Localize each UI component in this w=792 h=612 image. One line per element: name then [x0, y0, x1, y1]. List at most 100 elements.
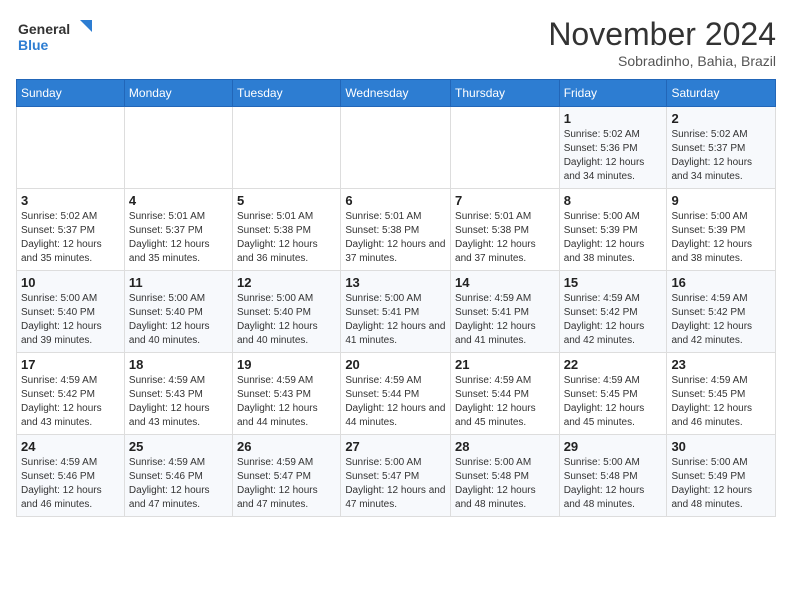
day-number: 24: [21, 439, 120, 454]
day-info: Sunrise: 5:01 AM Sunset: 5:38 PM Dayligh…: [455, 210, 555, 266]
day-number: 3: [21, 193, 120, 208]
day-number: 11: [129, 275, 228, 290]
svg-text:Blue: Blue: [18, 37, 49, 53]
month-title: November 2024: [548, 16, 776, 53]
header-cell-saturday: Saturday: [667, 80, 776, 107]
day-info: Sunrise: 4:59 AM Sunset: 5:46 PM Dayligh…: [129, 456, 228, 512]
day-cell: 13 Sunrise: 5:00 AM Sunset: 5:41 PM Dayli…: [341, 271, 451, 353]
week-row-0: 1Sunrise: 5:02 AM Sunset: 5:36 PM Daylig…: [17, 107, 776, 189]
day-info: Sunrise: 5:02 AM Sunset: 5:37 PM Dayligh…: [671, 128, 771, 184]
day-number: 5: [237, 193, 336, 208]
day-info: Sunrise: 4:59 AM Sunset: 5:41 PM Dayligh…: [455, 292, 555, 348]
week-row-1: 3 Sunrise: 5:02 AM Sunset: 5:37 PM Daylig…: [17, 189, 776, 271]
day-info: Sunrise: 4:59 AM Sunset: 5:44 PM Dayligh…: [455, 374, 555, 430]
day-number: 21: [455, 357, 555, 372]
day-number: 18: [129, 357, 228, 372]
day-info: Sunrise: 4:59 AM Sunset: 5:43 PM Dayligh…: [129, 374, 228, 430]
day-info: Sunrise: 4:59 AM Sunset: 5:47 PM Dayligh…: [237, 456, 336, 512]
day-cell: [124, 107, 232, 189]
day-info: Sunrise: 4:59 AM Sunset: 5:42 PM Dayligh…: [564, 292, 663, 348]
day-info: Sunrise: 5:02 AM Sunset: 5:37 PM Dayligh…: [21, 210, 120, 266]
day-info: Sunrise: 5:00 AM Sunset: 5:49 PM Dayligh…: [671, 456, 771, 512]
day-cell: 7 Sunrise: 5:01 AM Sunset: 5:38 PM Daylig…: [451, 189, 560, 271]
header-cell-tuesday: Tuesday: [233, 80, 341, 107]
day-cell: 29Sunrise: 5:00 AM Sunset: 5:48 PM Dayli…: [559, 435, 667, 517]
day-info: Sunrise: 5:00 AM Sunset: 5:40 PM Dayligh…: [237, 292, 336, 348]
day-cell: 19 Sunrise: 4:59 AM Sunset: 5:43 PM Dayli…: [233, 353, 341, 435]
day-cell: 9 Sunrise: 5:00 AM Sunset: 5:39 PM Daylig…: [667, 189, 776, 271]
day-cell: 2 Sunrise: 5:02 AM Sunset: 5:37 PM Daylig…: [667, 107, 776, 189]
day-info: Sunrise: 5:00 AM Sunset: 5:40 PM Dayligh…: [21, 292, 120, 348]
day-number: 4: [129, 193, 228, 208]
day-number: 15: [564, 275, 663, 290]
day-number: 1: [564, 111, 663, 126]
day-cell: 26 Sunrise: 4:59 AM Sunset: 5:47 PM Dayli…: [233, 435, 341, 517]
day-number: 14: [455, 275, 555, 290]
day-number: 17: [21, 357, 120, 372]
day-info: Sunrise: 4:59 AM Sunset: 5:45 PM Dayligh…: [671, 374, 771, 430]
calendar-table: SundayMondayTuesdayWednesdayThursdayFrid…: [16, 79, 776, 517]
week-row-3: 17 Sunrise: 4:59 AM Sunset: 5:42 PM Dayli…: [17, 353, 776, 435]
day-info: Sunrise: 4:59 AM Sunset: 5:45 PM Dayligh…: [564, 374, 663, 430]
day-number: 2: [671, 111, 771, 126]
header-cell-thursday: Thursday: [451, 80, 560, 107]
day-cell: 6Sunrise: 5:01 AM Sunset: 5:38 PM Daylig…: [341, 189, 451, 271]
day-number: 19: [237, 357, 336, 372]
day-cell: 21 Sunrise: 4:59 AM Sunset: 5:44 PM Dayli…: [451, 353, 560, 435]
day-cell: 16 Sunrise: 4:59 AM Sunset: 5:42 PM Dayli…: [667, 271, 776, 353]
day-cell: [341, 107, 451, 189]
day-number: 30: [671, 439, 771, 454]
day-cell: 3 Sunrise: 5:02 AM Sunset: 5:37 PM Daylig…: [17, 189, 125, 271]
day-info: Sunrise: 5:00 AM Sunset: 5:48 PM Dayligh…: [564, 456, 663, 512]
day-cell: 20Sunrise: 4:59 AM Sunset: 5:44 PM Dayli…: [341, 353, 451, 435]
day-cell: 12 Sunrise: 5:00 AM Sunset: 5:40 PM Dayli…: [233, 271, 341, 353]
day-number: 13: [345, 275, 446, 290]
day-cell: [17, 107, 125, 189]
day-number: 23: [671, 357, 771, 372]
title-area: November 2024 Sobradinho, Bahia, Brazil: [548, 16, 776, 69]
day-cell: 10Sunrise: 5:00 AM Sunset: 5:40 PM Dayli…: [17, 271, 125, 353]
day-cell: 30 Sunrise: 5:00 AM Sunset: 5:49 PM Dayli…: [667, 435, 776, 517]
day-info: Sunrise: 5:00 AM Sunset: 5:40 PM Dayligh…: [129, 292, 228, 348]
day-info: Sunrise: 5:00 AM Sunset: 5:41 PM Dayligh…: [345, 292, 446, 348]
day-info: Sunrise: 5:00 AM Sunset: 5:39 PM Dayligh…: [671, 210, 771, 266]
logo-svg: General Blue: [16, 16, 96, 56]
day-cell: 22 Sunrise: 4:59 AM Sunset: 5:45 PM Dayli…: [559, 353, 667, 435]
day-cell: [451, 107, 560, 189]
day-number: 7: [455, 193, 555, 208]
header-cell-sunday: Sunday: [17, 80, 125, 107]
day-info: Sunrise: 4:59 AM Sunset: 5:42 PM Dayligh…: [21, 374, 120, 430]
day-cell: 23 Sunrise: 4:59 AM Sunset: 5:45 PM Dayli…: [667, 353, 776, 435]
day-cell: 8 Sunrise: 5:00 AM Sunset: 5:39 PM Daylig…: [559, 189, 667, 271]
day-info: Sunrise: 4:59 AM Sunset: 5:46 PM Dayligh…: [21, 456, 120, 512]
header-cell-friday: Friday: [559, 80, 667, 107]
day-cell: [233, 107, 341, 189]
day-info: Sunrise: 5:00 AM Sunset: 5:48 PM Dayligh…: [455, 456, 555, 512]
day-info: Sunrise: 5:00 AM Sunset: 5:39 PM Dayligh…: [564, 210, 663, 266]
day-number: 8: [564, 193, 663, 208]
day-number: 22: [564, 357, 663, 372]
day-cell: 11 Sunrise: 5:00 AM Sunset: 5:40 PM Dayli…: [124, 271, 232, 353]
day-number: 28: [455, 439, 555, 454]
day-cell: 28 Sunrise: 5:00 AM Sunset: 5:48 PM Dayli…: [451, 435, 560, 517]
day-number: 6: [345, 193, 446, 208]
logo: General Blue: [16, 16, 96, 56]
header-row: SundayMondayTuesdayWednesdayThursdayFrid…: [17, 80, 776, 107]
day-info: Sunrise: 5:01 AM Sunset: 5:38 PM Dayligh…: [237, 210, 336, 266]
day-number: 26: [237, 439, 336, 454]
day-cell: 1Sunrise: 5:02 AM Sunset: 5:36 PM Daylig…: [559, 107, 667, 189]
header: General Blue November 2024 Sobradinho, B…: [16, 16, 776, 69]
day-number: 20: [345, 357, 446, 372]
day-number: 25: [129, 439, 228, 454]
day-number: 9: [671, 193, 771, 208]
day-number: 27: [345, 439, 446, 454]
day-cell: 4 Sunrise: 5:01 AM Sunset: 5:37 PM Daylig…: [124, 189, 232, 271]
day-info: Sunrise: 4:59 AM Sunset: 5:43 PM Dayligh…: [237, 374, 336, 430]
day-number: 12: [237, 275, 336, 290]
day-cell: 27Sunrise: 5:00 AM Sunset: 5:47 PM Dayli…: [341, 435, 451, 517]
day-cell: 18 Sunrise: 4:59 AM Sunset: 5:43 PM Dayli…: [124, 353, 232, 435]
day-cell: 5 Sunrise: 5:01 AM Sunset: 5:38 PM Daylig…: [233, 189, 341, 271]
day-number: 16: [671, 275, 771, 290]
day-info: Sunrise: 4:59 AM Sunset: 5:42 PM Dayligh…: [671, 292, 771, 348]
day-info: Sunrise: 5:01 AM Sunset: 5:37 PM Dayligh…: [129, 210, 228, 266]
